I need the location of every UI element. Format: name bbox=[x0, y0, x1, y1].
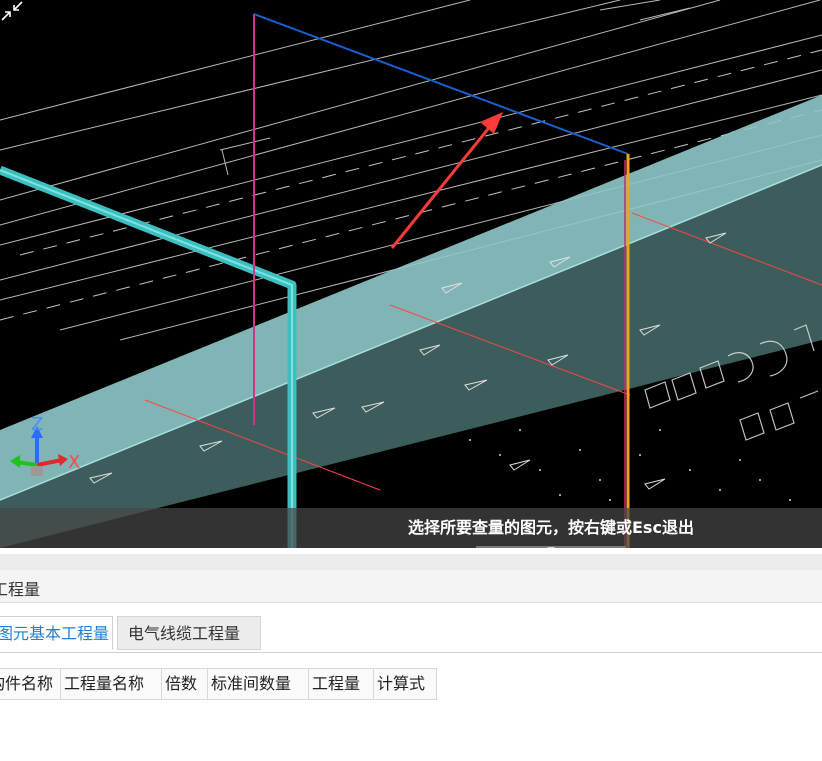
hint-text: 选择所要查量的图元，按右键或Esc退出 bbox=[408, 518, 694, 537]
cad-dots bbox=[469, 429, 791, 501]
tab-element-basic-quantity[interactable]: 图元基本工程量 bbox=[0, 616, 113, 650]
column-header-multiplier[interactable]: 倍数 bbox=[162, 669, 208, 699]
axis-x-label: X bbox=[68, 452, 80, 473]
column-header-quantity-name[interactable]: 工程量名称 bbox=[61, 669, 162, 699]
panel-divider bbox=[0, 554, 822, 570]
axis-z-label: Z bbox=[31, 414, 43, 435]
3d-viewport[interactable]: Z X 选择所要查量的图元，按右键或Esc退出 bbox=[0, 0, 822, 548]
cad-scene: Z X bbox=[0, 0, 822, 548]
panel-title-bar: 工程量 bbox=[0, 570, 822, 603]
column-header-standard-room-count[interactable]: 标准间数量 bbox=[208, 669, 309, 699]
tab-electric-cable-quantity[interactable]: 电气线缆工程量 bbox=[117, 616, 261, 650]
panel-title: 工程量 bbox=[0, 580, 41, 599]
frame-top-edge[interactable] bbox=[253, 13, 629, 155]
tab-bar: 图元基本工程量 电气线缆工程量 bbox=[0, 614, 822, 653]
column-header-formula[interactable]: 计算式 bbox=[374, 669, 437, 699]
column-header-component-name[interactable]: 构件名称 bbox=[0, 669, 61, 699]
select-cursor-icon bbox=[1, 1, 23, 21]
column-header-quantity[interactable]: 工程量 bbox=[309, 669, 374, 699]
quantity-panel: 工程量 图元基本工程量 电气线缆工程量 构件名称 工程量名称 倍数 标准间数量 … bbox=[0, 548, 822, 761]
table-header-row: 构件名称 工程量名称 倍数 标准间数量 工程量 计算式 bbox=[0, 668, 437, 700]
annotation-arrow bbox=[390, 112, 503, 249]
